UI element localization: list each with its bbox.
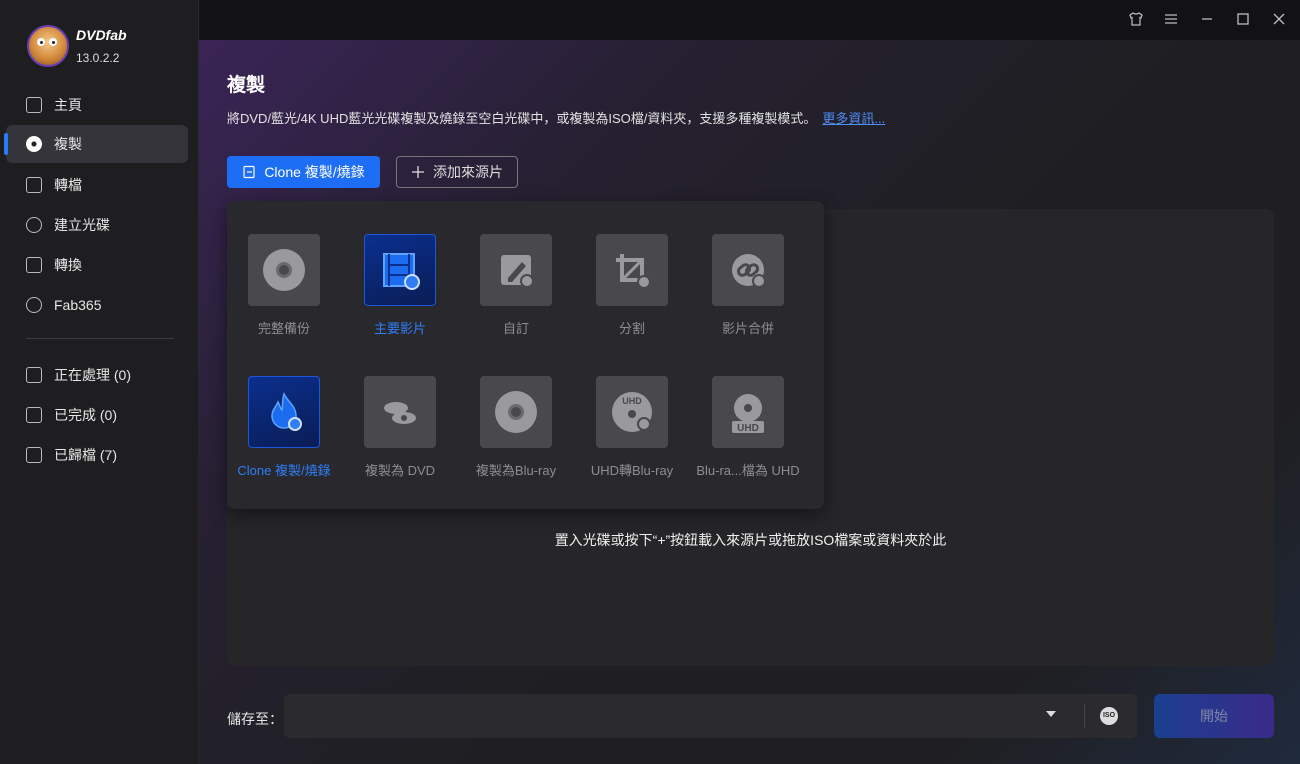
- shirt-icon[interactable]: [1127, 11, 1145, 29]
- mode-copy-to-bluray[interactable]: 複製為Blu-ray: [461, 376, 571, 479]
- customize-icon: [480, 234, 552, 306]
- mode-label: 複製為Blu-ray: [475, 463, 557, 478]
- more-info-link[interactable]: 更多資訊...: [822, 111, 885, 126]
- bluray-to-dvd-icon: [364, 376, 436, 448]
- copy-mode-panel: 完整備份 主要影片 自訂 分割 影片合併 Clone 複製/燒錄 複製為 DVD…: [227, 201, 824, 509]
- minimize-icon[interactable]: [1198, 11, 1216, 29]
- output-path-select[interactable]: ISO: [284, 694, 1137, 738]
- add-source-button[interactable]: 添加來源片: [396, 156, 518, 188]
- mode-label: 主要影片: [373, 321, 426, 336]
- sidebar-item-label: 已完成 (0): [54, 407, 117, 423]
- sidebar-item-label: 轉換: [54, 257, 82, 273]
- brand-name: DVDfab: [76, 27, 127, 43]
- start-button[interactable]: 開始: [1154, 694, 1274, 738]
- bluray-disc-icon: [480, 376, 552, 448]
- mode-label: 分割: [618, 321, 645, 336]
- maximize-icon[interactable]: [1234, 11, 1252, 29]
- sidebar-item-label: 建立光碟: [54, 217, 110, 233]
- sidebar-item-copy[interactable]: 複製: [4, 125, 188, 163]
- sidebar-item-completed[interactable]: 已完成 (0): [6, 396, 188, 434]
- uhd-disc-icon: UHD: [712, 376, 784, 448]
- drop-hint: 置入光碟或按下“+”按鈕載入來源片或拖放ISO檔案或資料夾於此: [554, 532, 947, 548]
- menu-icon[interactable]: [1162, 11, 1180, 29]
- sidebar-item-label: 正在處理 (0): [54, 367, 131, 383]
- description-text: 將DVD/藍光/4K UHD藍光光碟複製及燒錄至空白光碟中，或複製為ISO檔/資…: [227, 111, 817, 126]
- film-icon: [26, 257, 42, 273]
- mode-label: 完整備份: [257, 321, 310, 336]
- sidebar-item-converter[interactable]: 轉換: [6, 246, 188, 284]
- chevron-down-icon[interactable]: [1046, 711, 1056, 717]
- main-panel: 複製 將DVD/藍光/4K UHD藍光光碟複製及燒錄至空白光碟中，或複製為ISO…: [199, 40, 1300, 764]
- completed-icon: [26, 407, 42, 423]
- mode-label: Clone 複製/燒錄: [237, 463, 331, 478]
- create-disc-icon: [26, 217, 42, 233]
- mode-merge[interactable]: 影片合併: [693, 234, 803, 337]
- dvdfab-logo: [27, 25, 69, 67]
- clone-mode-button[interactable]: Clone 複製/燒錄: [227, 156, 380, 188]
- clone-mode-icon: [243, 165, 255, 179]
- save-to-label: 儲存至：: [227, 711, 283, 727]
- page-title: 複製: [227, 75, 266, 96]
- archive-icon: [26, 447, 42, 463]
- mode-label: UHD轉Blu-ray: [590, 463, 674, 478]
- mode-split[interactable]: 分割: [577, 234, 687, 337]
- main-movie-icon: [364, 234, 436, 306]
- mode-uhd-to-bluray[interactable]: UHD UHD轉Blu-ray: [577, 376, 687, 479]
- title-bar: [199, 0, 1300, 40]
- svg-text:UHD: UHD: [622, 396, 642, 406]
- close-icon[interactable]: [1270, 11, 1288, 29]
- app-window: DVDfab 13.0.2.2 主頁 複製 轉檔 建立光碟 轉換 Fab365: [0, 0, 1300, 764]
- mode-label: 影片合併: [721, 321, 774, 336]
- svg-text:UHD: UHD: [737, 423, 759, 434]
- mode-main-movie[interactable]: 主要影片: [345, 234, 455, 337]
- sidebar-item-archived[interactable]: 已歸檔 (7): [6, 436, 188, 474]
- merge-icon: [712, 234, 784, 306]
- mode-clone-burn[interactable]: Clone 複製/燒錄: [229, 376, 339, 479]
- mode-label: 自訂: [502, 321, 529, 336]
- sidebar-item-label: Fab365: [54, 297, 102, 313]
- sidebar-item-ripper[interactable]: 轉檔: [6, 166, 188, 204]
- split-icon: [596, 234, 668, 306]
- add-source-label: 添加來源片: [433, 164, 503, 180]
- convert-icon: [26, 177, 42, 193]
- sidebar-item-label: 複製: [54, 136, 82, 152]
- mode-label: Blu-ra...檔為 UHD: [696, 463, 800, 478]
- sidebar-divider: [26, 338, 174, 339]
- clone-mode-label: Clone 複製/燒錄: [264, 164, 365, 180]
- sidebar-item-creator[interactable]: 建立光碟: [6, 206, 188, 244]
- plus-icon: [412, 166, 424, 178]
- mode-customize[interactable]: 自訂: [461, 234, 571, 337]
- disc-copy-icon: [26, 136, 42, 152]
- uhd-bluray-icon: UHD: [596, 376, 668, 448]
- mode-copy-to-dvd[interactable]: 複製為 DVD: [345, 376, 455, 479]
- iso-icon[interactable]: ISO: [1100, 707, 1118, 725]
- processing-icon: [26, 367, 42, 383]
- sidebar-item-label: 已歸檔 (7): [54, 447, 117, 463]
- sidebar-item-home[interactable]: 主頁: [6, 86, 188, 124]
- sidebar-item-fab365[interactable]: Fab365: [6, 286, 188, 324]
- mode-label: 複製為 DVD: [364, 463, 436, 478]
- mode-bluray-to-uhd[interactable]: UHD Blu-ra...檔為 UHD: [693, 376, 803, 479]
- mode-full-disc[interactable]: 完整備份: [229, 234, 339, 337]
- full-disc-icon: [248, 234, 320, 306]
- home-icon: [26, 97, 42, 113]
- clone-flame-icon: [248, 376, 320, 448]
- sidebar-item-label: 主頁: [54, 97, 82, 113]
- fab365-icon: [26, 297, 42, 313]
- page-description: 將DVD/藍光/4K UHD藍光光碟複製及燒錄至空白光碟中，或複製為ISO檔/資…: [227, 108, 885, 127]
- sidebar-item-label: 轉檔: [54, 177, 82, 193]
- path-divider: [1084, 704, 1085, 728]
- app-version: 13.0.2.2: [76, 51, 120, 65]
- sidebar: DVDfab 13.0.2.2 主頁 複製 轉檔 建立光碟 轉換 Fab365: [0, 0, 199, 764]
- sidebar-item-processing[interactable]: 正在處理 (0): [6, 356, 188, 394]
